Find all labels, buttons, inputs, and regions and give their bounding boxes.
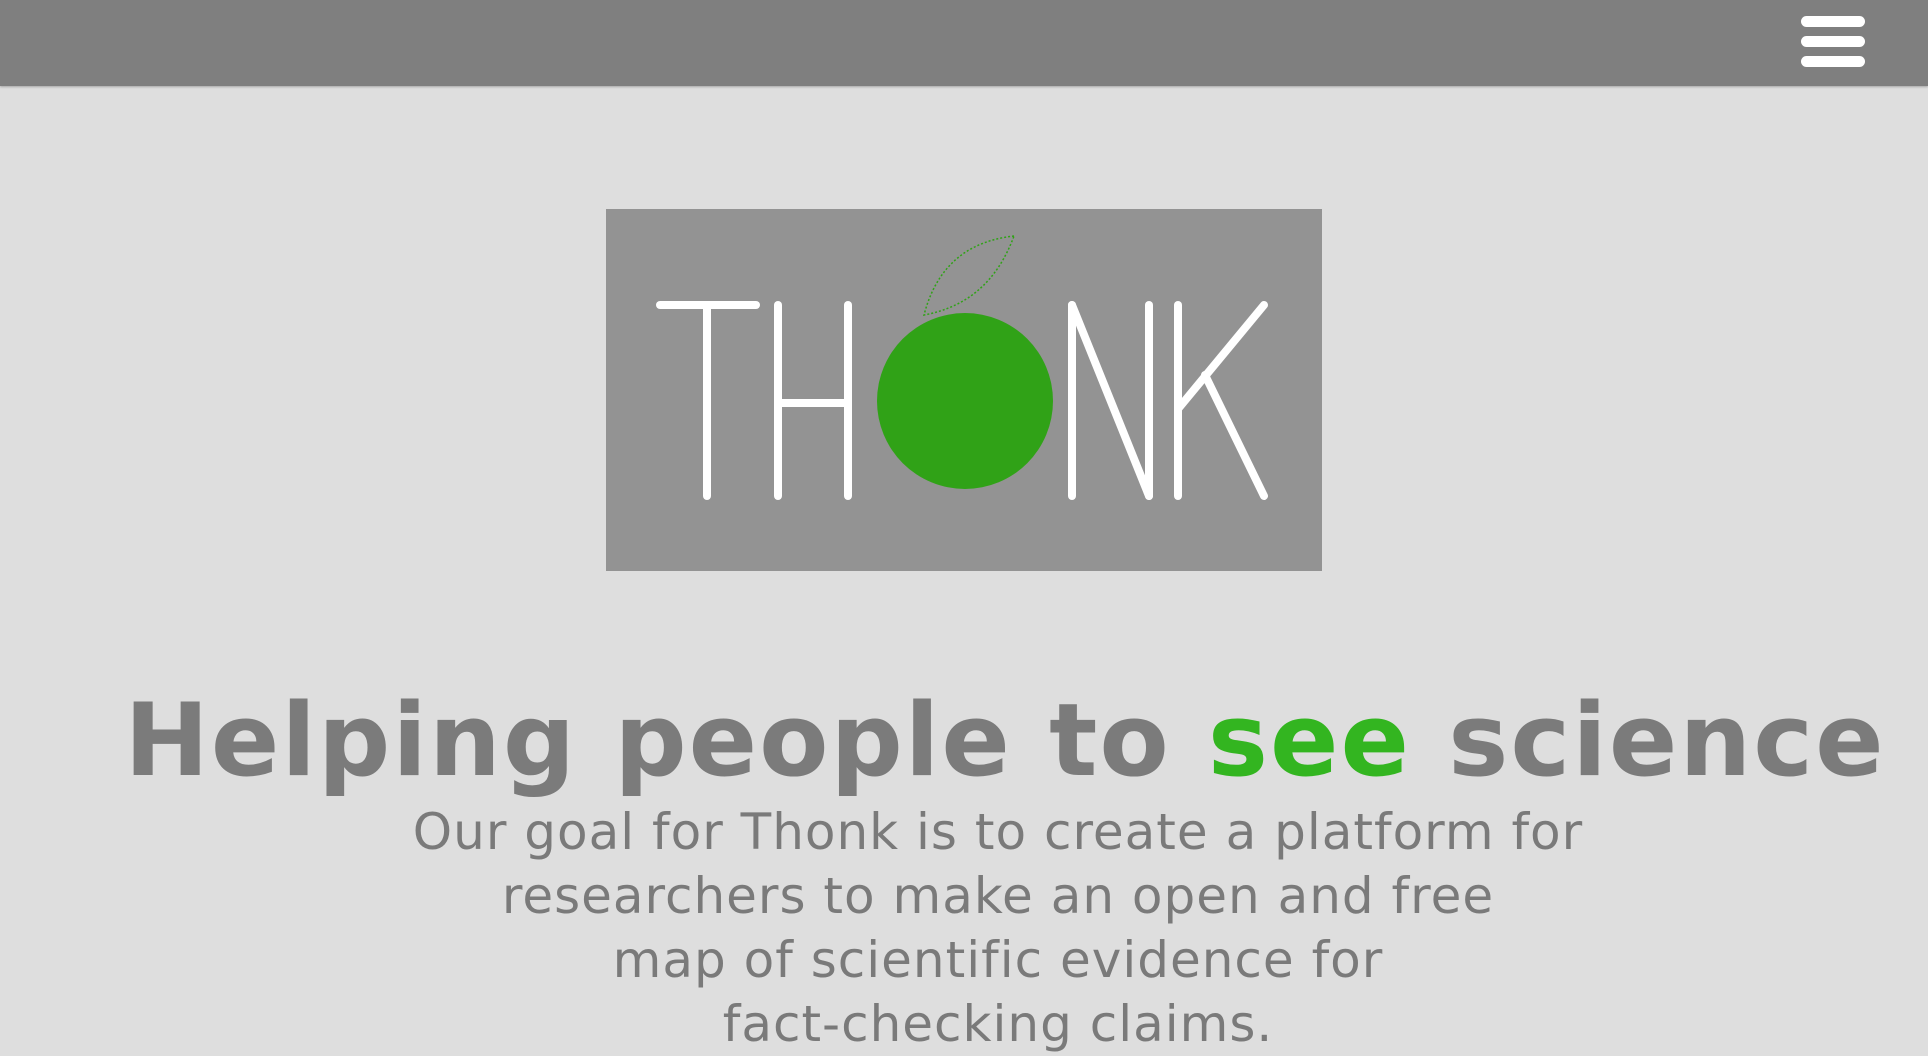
headline-before: Helping people to	[124, 680, 1208, 799]
top-navbar	[0, 0, 1928, 86]
thonk-logo-graphic	[656, 235, 1268, 500]
thonk-logo	[606, 209, 1322, 571]
logo-letter-n	[1068, 301, 1153, 500]
logo-letter-k	[1174, 301, 1268, 500]
description-line: researchers to make an open and free	[501, 867, 1495, 925]
hamburger-menu-button[interactable]	[1790, 10, 1866, 74]
apple-body	[877, 313, 1053, 489]
description-line: Our goal for Thonk is to create a platfo…	[412, 803, 1584, 861]
logo-letter-h	[774, 301, 852, 500]
description-line: fact-checking claims.	[722, 995, 1274, 1053]
logo-letter-t	[656, 301, 760, 500]
apple-icon	[877, 235, 1053, 489]
hamburger-menu-icon	[1801, 16, 1865, 67]
description-line: map of scientific evidence for	[612, 931, 1384, 989]
headline-accent-word: see	[1207, 680, 1412, 799]
leaf-icon	[922, 235, 1016, 316]
headline-after: science	[1411, 680, 1886, 799]
hero-description: Our goal for Thonk is to create a platfo…	[0, 800, 1928, 1056]
hero-headline: Helping people to see science	[0, 680, 1928, 800]
